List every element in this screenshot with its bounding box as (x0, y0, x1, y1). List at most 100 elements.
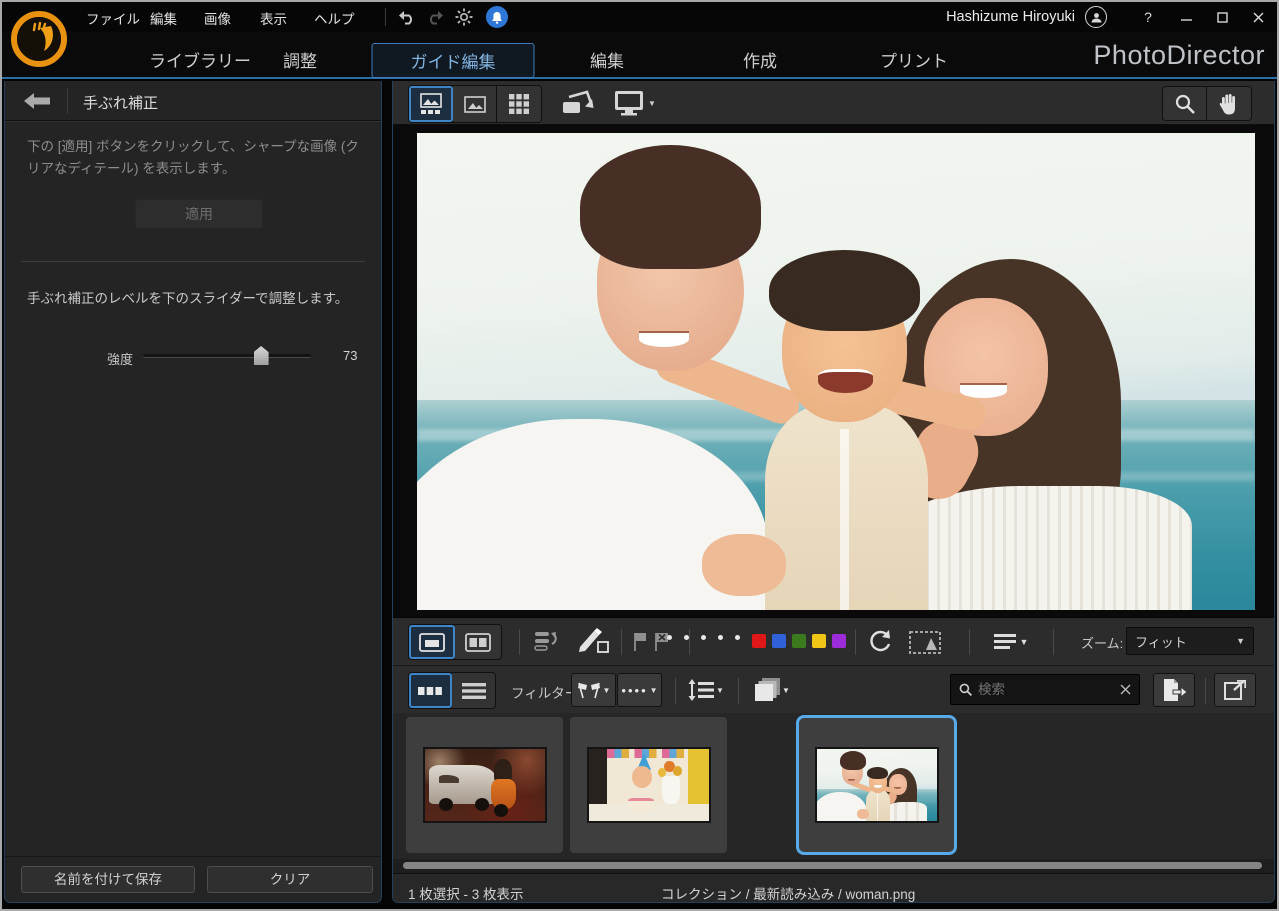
zoom-dropdown-value: フィット (1135, 632, 1187, 651)
search-icon (959, 683, 972, 696)
strength-slider-thumb[interactable] (254, 346, 269, 365)
zoom-pan-group (1162, 86, 1252, 121)
viewer-toolbar: ▼ (393, 81, 1274, 125)
thumbnail-birthday-party[interactable] (570, 717, 727, 853)
stack-photos-icon[interactable]: ▼ (749, 675, 795, 705)
filmstrip-toolbar: フィルター: ▼ •••• ▼ ▼ ▼ (393, 665, 1274, 713)
save-as-button[interactable]: 名前を付けて保存 (21, 866, 195, 893)
secondary-monitor-icon[interactable]: ▼ (611, 88, 659, 118)
panel-title: 手ぶれ補正 (83, 92, 158, 113)
minimize-button[interactable] (1173, 6, 1199, 28)
color-label-yellow (812, 634, 826, 648)
zoom-label: ズーム: (1081, 633, 1123, 652)
settings-gear-icon[interactable] (452, 5, 476, 29)
zoom-fit-dropdown[interactable]: フィット ▼ (1126, 627, 1254, 655)
compare-view-button[interactable] (455, 625, 501, 659)
list-view-button[interactable] (452, 673, 495, 708)
tab-guided-edit[interactable]: ガイド編集 (372, 43, 535, 78)
history-icon[interactable] (531, 628, 565, 656)
panel-footer: 名前を付けて保存 クリア (5, 856, 381, 902)
birthday-party-photo (589, 749, 709, 821)
search-input[interactable] (978, 682, 1114, 697)
clear-button[interactable]: クリア (207, 866, 373, 893)
filmstrip (393, 713, 1274, 859)
rating-filter-button[interactable]: •••• ▼ (617, 673, 662, 707)
strength-slider-row: 強度 73 (5, 343, 381, 369)
browser-grid-mode-button[interactable] (497, 86, 541, 122)
tab-print[interactable]: プリント (870, 43, 958, 76)
filmstrip-scrollbar[interactable] (403, 862, 1262, 869)
compare-mode-group (408, 624, 502, 660)
photodirector-window: ファイル 編集 画像 表示 ヘルプ Hashizume Hiroyuki ? (0, 0, 1279, 911)
undo-icon[interactable] (395, 5, 419, 29)
color-label-green (792, 634, 806, 648)
list-options-icon[interactable]: ▼ (988, 630, 1034, 654)
panel-description: 下の [適用] ボタンをクリックして、シャープな画像 (クリアなディテール) を… (27, 136, 363, 181)
single-view-button[interactable] (409, 625, 455, 659)
tab-create[interactable]: 作成 (733, 43, 787, 76)
titlebar-separator (385, 8, 386, 26)
close-button[interactable] (1245, 6, 1271, 28)
help-button[interactable]: ? (1135, 6, 1161, 28)
module-tabbar: ライブラリー 調整 ガイド編集 編集 作成 プリント PhotoDirector (2, 32, 1277, 79)
tab-adjust[interactable]: 調整 (273, 43, 327, 76)
viewer-only-mode-button[interactable] (453, 86, 497, 122)
color-label-red (752, 634, 766, 648)
viewer-filmstrip-mode-button[interactable] (409, 86, 453, 122)
chevron-down-icon: ▼ (1236, 636, 1245, 646)
flag-pick-reject-icons[interactable] (631, 629, 677, 655)
flag-filter-button[interactable]: ▼ (571, 673, 616, 707)
thumbnail-night-scooter[interactable] (406, 717, 563, 853)
adjust-pencil-icon[interactable] (573, 626, 613, 656)
zoom-tool-button[interactable] (1163, 87, 1207, 120)
tab-library[interactable]: ライブラリー (139, 43, 261, 76)
tab-edit[interactable]: 編集 (580, 43, 634, 76)
maximize-button[interactable] (1209, 6, 1235, 28)
beach-family-photo (817, 749, 937, 821)
export-button[interactable] (1153, 673, 1195, 707)
preview-photo (417, 133, 1255, 610)
color-label-blue (772, 634, 786, 648)
clear-search-icon (1120, 684, 1131, 695)
titlebar: ファイル 編集 画像 表示 ヘルプ Hashizume Hiroyuki ? (2, 2, 1277, 32)
menu-image[interactable]: 画像 (204, 8, 231, 28)
thumbnail-beach-family-selected[interactable] (798, 717, 955, 853)
view-mode-group (408, 85, 542, 123)
beach-family-photo (417, 133, 1255, 610)
panel-header: 手ぶれ補正 (5, 81, 381, 121)
menu-edit[interactable]: 編集 (150, 8, 177, 28)
color-label-chips[interactable] (749, 634, 849, 648)
strength-value: 73 (343, 348, 357, 363)
flip-mirror-icon[interactable] (905, 628, 945, 656)
menu-view[interactable]: 表示 (260, 8, 287, 28)
user-name[interactable]: Hashizume Hiroyuki (946, 9, 1075, 25)
menu-help[interactable]: ヘルプ (314, 8, 355, 28)
photo-tools-row: ▼ ズーム: フィット ▼ (393, 617, 1274, 665)
filmstrip-view-group (408, 672, 496, 709)
back-arrow-icon[interactable] (15, 87, 59, 115)
rotate-left-icon[interactable] (863, 628, 897, 656)
search-box[interactable] (950, 674, 1140, 705)
panel-divider (21, 261, 365, 262)
slider-hint-text: 手ぶれ補正のレベルを下のスライダーで調整します。 (27, 287, 367, 307)
viewer-area: ▼ (392, 81, 1275, 903)
notifications-bell-icon[interactable] (486, 6, 508, 28)
apply-button[interactable]: 適用 (135, 199, 263, 229)
pan-hand-tool-button[interactable] (1207, 87, 1251, 120)
color-label-purple (832, 634, 846, 648)
rotate-photo-icon[interactable] (558, 88, 598, 118)
strength-slider-track[interactable] (143, 354, 311, 358)
sort-order-icon[interactable]: ▼ (685, 677, 727, 703)
photo-preview-area (393, 125, 1274, 617)
thumbnail-view-button[interactable] (409, 673, 452, 708)
selection-count-text: 1 枚選択 - 3 枚表示 (408, 883, 524, 903)
open-external-button[interactable] (1214, 673, 1256, 707)
user-avatar-icon[interactable] (1085, 6, 1107, 28)
brand-logo-text: PhotoDirector (1093, 40, 1265, 71)
redo-icon[interactable] (423, 5, 447, 29)
menu-file[interactable]: ファイル (86, 8, 140, 28)
collection-path-text: コレクション / 最新読み込み / woman.png (661, 883, 915, 903)
night-scooter-photo (425, 749, 545, 821)
rating-dots[interactable] (661, 635, 746, 640)
status-bar: 1 枚選択 - 3 枚表示 コレクション / 最新読み込み / woman.pn… (393, 873, 1274, 902)
